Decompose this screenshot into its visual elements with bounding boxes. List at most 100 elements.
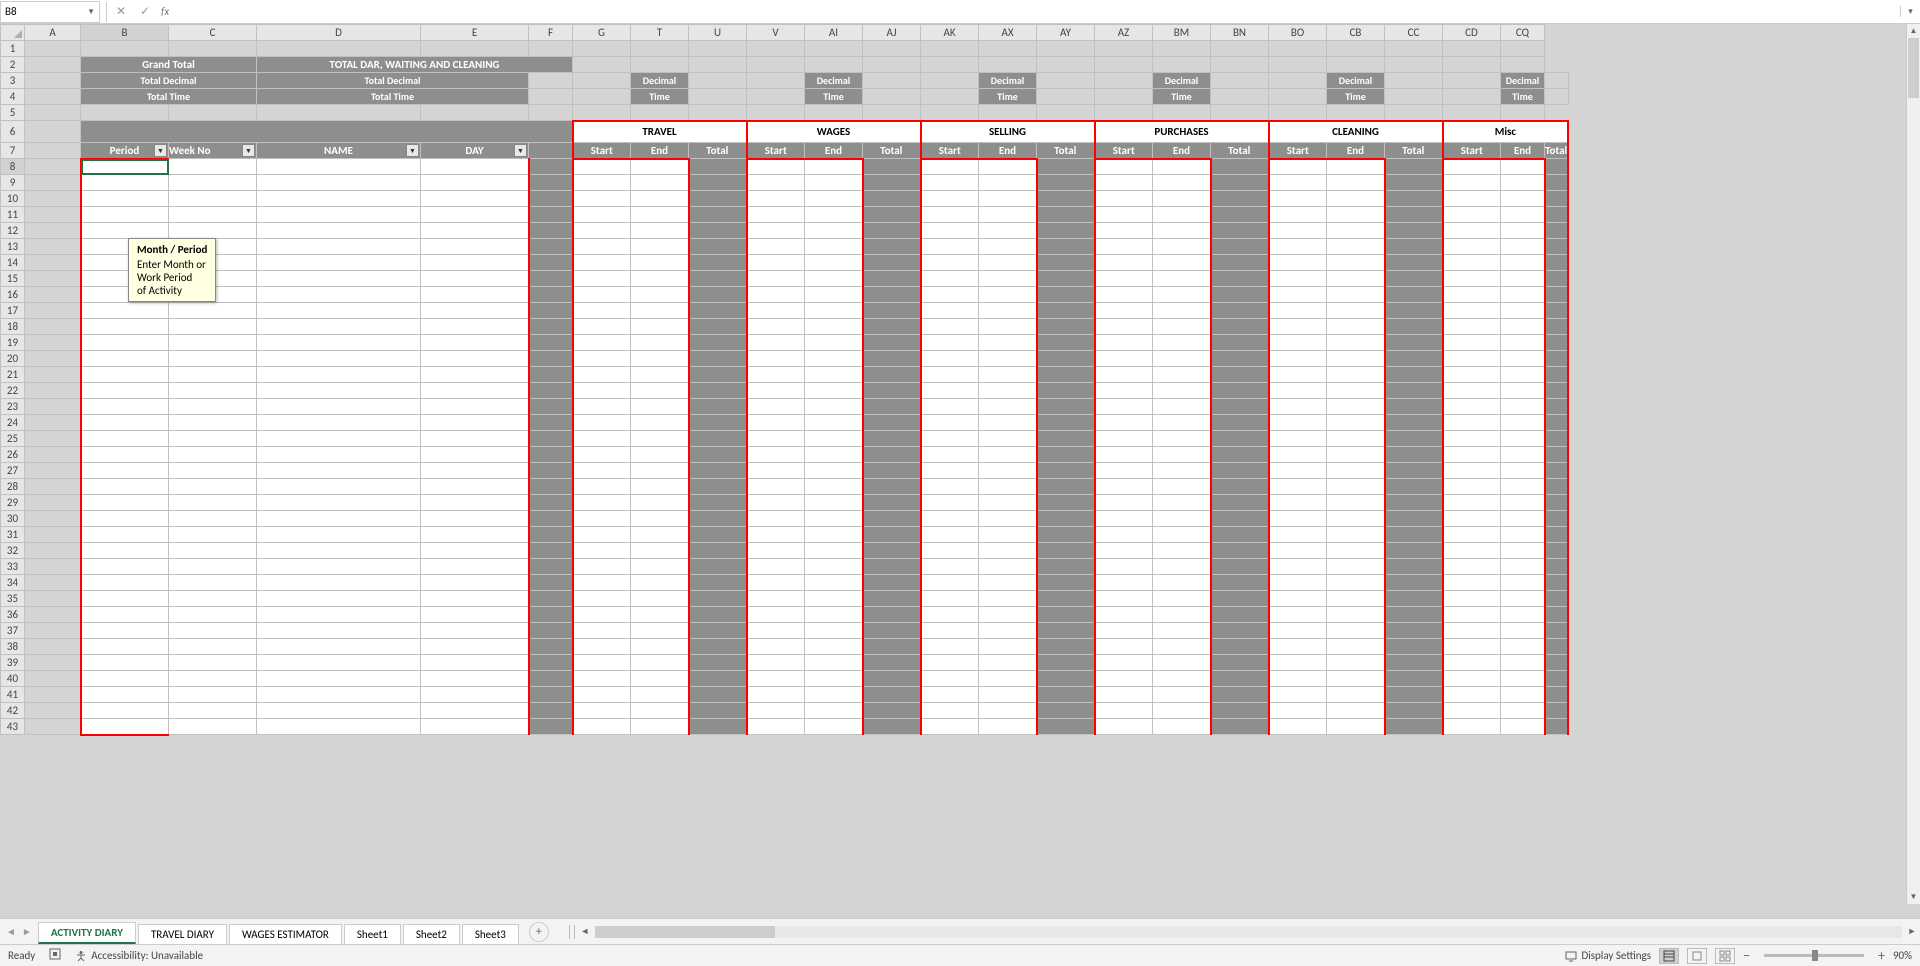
cell[interactable]: Total (1037, 143, 1095, 159)
cell[interactable] (1153, 367, 1211, 383)
cell[interactable] (1443, 287, 1501, 303)
cell[interactable] (529, 41, 573, 57)
cell[interactable] (1095, 479, 1153, 495)
cell[interactable] (529, 687, 573, 703)
cell[interactable] (863, 543, 921, 559)
cell[interactable] (1501, 175, 1545, 191)
zoom-slider[interactable] (1764, 954, 1864, 957)
col-header[interactable]: AZ (1095, 25, 1153, 41)
cell[interactable]: Total (1545, 143, 1569, 159)
cell[interactable] (689, 335, 747, 351)
filter-dropdown-icon[interactable]: ▼ (242, 144, 255, 157)
row-header[interactable]: 13 (1, 239, 25, 255)
page-layout-view-button[interactable] (1687, 948, 1707, 964)
cell[interactable] (689, 319, 747, 335)
row-header[interactable]: 21 (1, 367, 25, 383)
cell[interactable] (529, 73, 573, 89)
sheet-tab[interactable]: TRAVEL DIARY (138, 924, 227, 944)
cell[interactable] (81, 671, 169, 687)
cell[interactable] (631, 399, 689, 415)
cell[interactable] (689, 543, 747, 559)
cell[interactable] (631, 447, 689, 463)
cell[interactable] (529, 543, 573, 559)
col-header[interactable]: A (25, 25, 81, 41)
cell[interactable] (573, 479, 631, 495)
cell[interactable] (1153, 687, 1211, 703)
cell[interactable] (979, 271, 1037, 287)
cell[interactable] (529, 495, 573, 511)
cell[interactable] (921, 559, 979, 575)
cell[interactable] (1037, 431, 1095, 447)
cell[interactable] (747, 671, 805, 687)
cell[interactable] (1211, 367, 1269, 383)
cell[interactable] (1211, 719, 1269, 735)
cell[interactable] (257, 639, 421, 655)
cell[interactable] (921, 543, 979, 559)
cell[interactable] (1211, 255, 1269, 271)
cell[interactable] (689, 671, 747, 687)
cell[interactable] (421, 511, 529, 527)
cell[interactable] (1501, 431, 1545, 447)
cell[interactable] (1095, 159, 1153, 175)
cell[interactable] (1153, 303, 1211, 319)
cell[interactable] (25, 639, 81, 655)
cell[interactable] (1545, 223, 1569, 239)
cell[interactable] (1153, 431, 1211, 447)
cell[interactable] (1327, 543, 1385, 559)
cell[interactable]: Start (747, 143, 805, 159)
cell[interactable] (573, 191, 631, 207)
cell[interactable] (921, 287, 979, 303)
cell[interactable] (805, 543, 863, 559)
row-header[interactable]: 31 (1, 527, 25, 543)
cell[interactable] (805, 575, 863, 591)
cell[interactable] (1501, 367, 1545, 383)
cell[interactable] (1095, 351, 1153, 367)
cell[interactable] (25, 399, 81, 415)
cell[interactable] (1385, 415, 1443, 431)
cell[interactable] (747, 655, 805, 671)
cell[interactable] (1095, 255, 1153, 271)
cell[interactable] (805, 335, 863, 351)
cell[interactable] (863, 559, 921, 575)
cell[interactable] (257, 399, 421, 415)
cell[interactable] (573, 159, 631, 175)
col-header[interactable]: AY (1037, 25, 1095, 41)
cell[interactable] (1385, 191, 1443, 207)
cell[interactable] (921, 479, 979, 495)
cell[interactable] (689, 239, 747, 255)
row-header[interactable]: 1 (1, 41, 25, 57)
cell[interactable] (921, 175, 979, 191)
cell[interactable] (1269, 399, 1327, 415)
cell[interactable] (25, 121, 81, 143)
cell[interactable] (863, 415, 921, 431)
cell[interactable] (573, 73, 631, 89)
cell[interactable] (1153, 399, 1211, 415)
cell[interactable] (573, 527, 631, 543)
cell[interactable] (689, 351, 747, 367)
cell[interactable] (805, 351, 863, 367)
cell[interactable] (421, 159, 529, 175)
cell[interactable] (921, 41, 979, 57)
cell[interactable] (1269, 335, 1327, 351)
cell[interactable] (169, 351, 257, 367)
col-header[interactable]: CB (1327, 25, 1385, 41)
cell[interactable] (1153, 415, 1211, 431)
row-header[interactable]: 12 (1, 223, 25, 239)
cell[interactable] (1327, 655, 1385, 671)
cell[interactable] (1545, 447, 1569, 463)
cell[interactable] (1269, 73, 1327, 89)
cell[interactable] (1211, 447, 1269, 463)
cell[interactable]: Start (1095, 143, 1153, 159)
cell[interactable] (25, 89, 81, 105)
cell[interactable] (1545, 575, 1569, 591)
cell[interactable] (1037, 351, 1095, 367)
cell[interactable] (863, 703, 921, 719)
chevron-down-icon[interactable]: ▼ (87, 7, 95, 17)
row-header[interactable]: 18 (1, 319, 25, 335)
cell[interactable] (1327, 287, 1385, 303)
cell[interactable] (1385, 41, 1443, 57)
cell[interactable] (1095, 57, 1153, 73)
cell[interactable] (257, 303, 421, 319)
cell[interactable] (1545, 655, 1569, 671)
cell[interactable] (257, 255, 421, 271)
